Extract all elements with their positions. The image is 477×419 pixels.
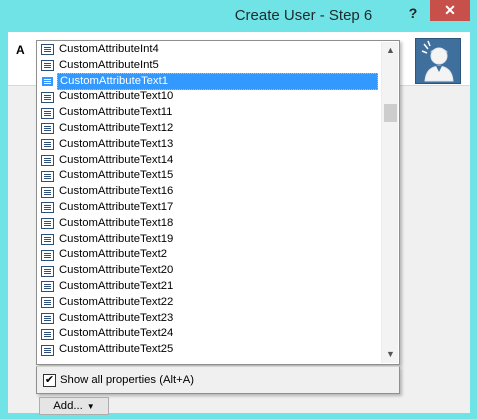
property-list: CustomAttributeInt4 CustomAttributeInt5 Cu… bbox=[38, 42, 381, 368]
list-item-label: CustomAttributeText13 bbox=[59, 137, 174, 150]
list-item-label: CustomAttributeText16 bbox=[59, 185, 174, 198]
list-item[interactable]: CustomAttributeText20 bbox=[38, 263, 381, 279]
header-label: A bbox=[16, 43, 25, 57]
close-button[interactable]: ✕ bbox=[430, 0, 470, 21]
property-list-dropdown[interactable]: CustomAttributeInt4 CustomAttributeInt5 Cu… bbox=[36, 40, 400, 365]
list-item[interactable]: CustomAttributeText12 bbox=[38, 121, 381, 137]
property-icon bbox=[41, 186, 54, 198]
list-item[interactable]: CustomAttributeText17 bbox=[38, 200, 381, 216]
list-item-label: CustomAttributeText14 bbox=[59, 153, 174, 166]
list-item[interactable]: CustomAttributeText13 bbox=[38, 137, 381, 153]
list-item[interactable]: CustomAttributeText19 bbox=[38, 232, 381, 248]
property-icon bbox=[41, 44, 54, 56]
chevron-down-icon: ▼ bbox=[86, 401, 95, 411]
show-all-properties-checkbox[interactable]: ✔ bbox=[43, 374, 56, 387]
list-item-label: CustomAttributeText10 bbox=[59, 90, 174, 103]
list-item-label: CustomAttributeInt4 bbox=[59, 43, 159, 55]
list-item[interactable]: CustomAttributeText15 bbox=[38, 168, 381, 184]
property-icon bbox=[41, 233, 54, 245]
list-item-label: CustomAttributeText22 bbox=[59, 295, 174, 308]
list-item-label: CustomAttributeText19 bbox=[59, 232, 174, 245]
list-item-label: CustomAttributeText2 bbox=[59, 248, 167, 261]
property-icon bbox=[41, 170, 54, 182]
property-icon bbox=[41, 328, 54, 340]
property-icon bbox=[41, 123, 54, 135]
list-item-label: CustomAttributeText25 bbox=[59, 343, 174, 356]
add-dropdown-button[interactable]: Add... ▼ bbox=[39, 397, 109, 415]
list-item[interactable]: CustomAttributeText16 bbox=[38, 184, 381, 200]
property-icon bbox=[41, 249, 54, 261]
list-item-label: CustomAttributeText21 bbox=[59, 279, 174, 292]
title-bar[interactable]: Create User - Step 6 ? ✕ bbox=[0, 0, 477, 32]
list-item[interactable]: CustomAttributeText11 bbox=[38, 105, 381, 121]
property-icon bbox=[41, 154, 54, 166]
property-icon bbox=[41, 218, 54, 230]
property-icon bbox=[41, 312, 54, 324]
list-item[interactable]: CustomAttributeText25 bbox=[38, 342, 381, 358]
scroll-thumb[interactable] bbox=[384, 104, 397, 122]
property-icon bbox=[41, 60, 54, 72]
list-item[interactable]: CustomAttributeText10 bbox=[38, 89, 381, 105]
list-scrollbar[interactable]: ▲ ▼ bbox=[381, 42, 398, 363]
list-item[interactable]: CustomAttributeText14 bbox=[38, 153, 381, 169]
list-item[interactable]: CustomAttributeText21 bbox=[38, 279, 381, 295]
list-item-label: CustomAttributeText23 bbox=[59, 311, 174, 324]
scroll-down-arrow-icon[interactable]: ▼ bbox=[382, 346, 399, 363]
list-item-label: CustomAttributeText20 bbox=[59, 264, 174, 277]
property-icon bbox=[41, 202, 54, 214]
property-icon bbox=[41, 107, 54, 119]
property-icon bbox=[41, 139, 54, 151]
user-account-icon bbox=[415, 38, 461, 84]
list-item-label: CustomAttributeInt5 bbox=[59, 58, 159, 71]
list-item[interactable]: CustomAttributeText23 bbox=[38, 311, 381, 327]
list-item[interactable]: CustomAttributeInt5 bbox=[38, 58, 381, 74]
list-item-label: CustomAttributeText24 bbox=[59, 327, 174, 340]
property-icon bbox=[41, 91, 54, 103]
list-item[interactable]: CustomAttributeText1 bbox=[38, 72, 381, 91]
property-icon bbox=[41, 281, 54, 293]
show-all-properties-label[interactable]: Show all properties (Alt+A) bbox=[60, 374, 194, 386]
list-footer: ✔ Show all properties (Alt+A) bbox=[36, 366, 400, 394]
list-item-label: CustomAttributeText12 bbox=[59, 121, 174, 134]
list-item-label: CustomAttributeText17 bbox=[59, 200, 174, 213]
list-item-label: CustomAttributeText15 bbox=[59, 169, 174, 182]
dialog-window: Create User - Step 6 ? ✕ A CustomAttribu… bbox=[0, 0, 477, 419]
list-item[interactable]: CustomAttributeInt4 bbox=[38, 42, 381, 58]
list-item[interactable]: CustomAttributeText22 bbox=[38, 295, 381, 311]
property-icon bbox=[41, 265, 54, 277]
add-button-label: Add... bbox=[53, 400, 83, 412]
list-item-label: CustomAttributeText18 bbox=[59, 216, 174, 229]
list-item-label: CustomAttributeText11 bbox=[59, 106, 173, 119]
list-item[interactable]: CustomAttributeText2 bbox=[38, 247, 381, 263]
property-icon bbox=[41, 75, 54, 87]
property-icon bbox=[41, 344, 54, 356]
help-button[interactable]: ? bbox=[406, 5, 420, 21]
property-icon bbox=[41, 297, 54, 309]
list-item[interactable]: CustomAttributeText24 bbox=[38, 326, 381, 342]
scroll-up-arrow-icon[interactable]: ▲ bbox=[382, 42, 399, 59]
list-item[interactable]: CustomAttributeText18 bbox=[38, 216, 381, 232]
list-item-label: CustomAttributeText1 bbox=[57, 72, 378, 91]
